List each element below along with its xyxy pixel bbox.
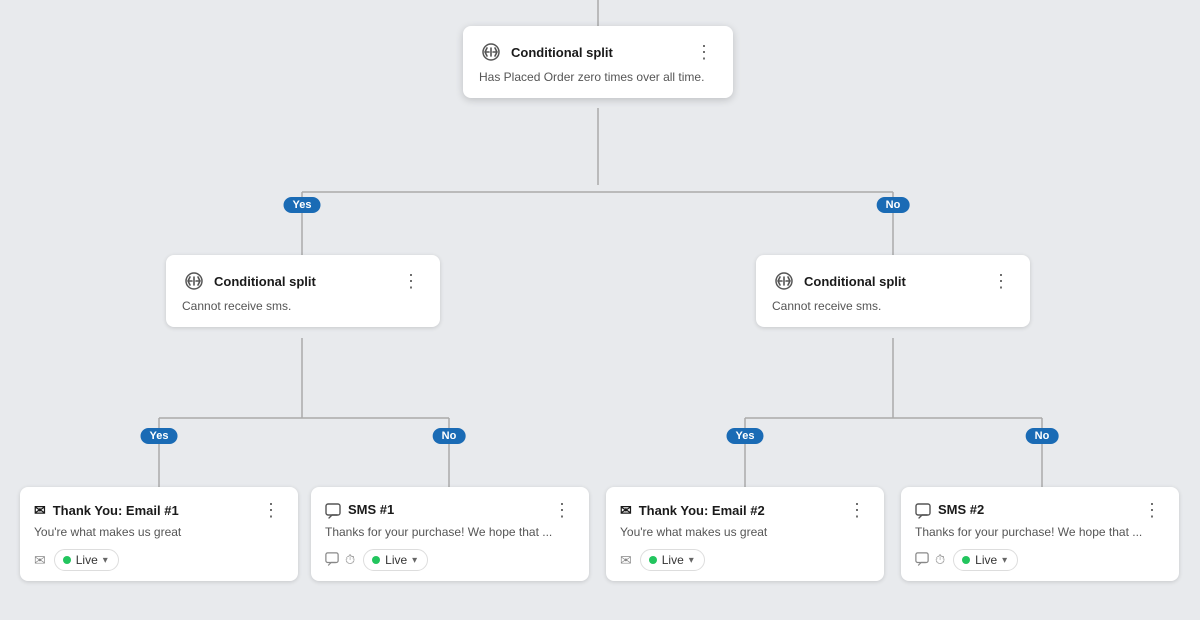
- sms1-footer-icons: ⏱: [325, 552, 355, 569]
- sms2-no-badge: No: [1026, 428, 1059, 444]
- email1-status: Live: [76, 553, 98, 567]
- sms1-icon: [325, 501, 341, 518]
- right-conditional-split-card: Conditional split ⋮ Cannot receive sms.: [756, 255, 1030, 327]
- sms1-live-dot: [372, 556, 380, 564]
- split-icon: [479, 40, 503, 64]
- sms1-msg-icon: [325, 552, 339, 569]
- sms2-clock-icon: ⏱: [935, 552, 945, 568]
- right-split-more-button[interactable]: ⋮: [988, 270, 1014, 292]
- email1-card: ✉ Thank You: Email #1 ⋮ You're what make…: [20, 487, 298, 581]
- email1-footer-icons: ✉: [34, 552, 46, 569]
- sms2-body: Thanks for your purchase! We hope that .…: [915, 525, 1165, 539]
- email2-card: ✉ Thank You: Email #2 ⋮ You're what make…: [606, 487, 884, 581]
- sms1-clock-icon: ⏱: [345, 552, 355, 568]
- email1-footer: ✉ Live ▾: [34, 549, 284, 571]
- email1-more-button[interactable]: ⋮: [258, 499, 284, 521]
- sms2-msg-icon: [915, 552, 929, 569]
- sms1-body: Thanks for your purchase! We hope that .…: [325, 525, 575, 539]
- email2-body: You're what makes us great: [620, 525, 870, 539]
- sms1-more-button[interactable]: ⋮: [549, 499, 575, 521]
- email1-live-button[interactable]: Live ▾: [54, 549, 119, 571]
- email1-send-icon: ✉: [34, 552, 46, 569]
- main-conditional-split-card: Conditional split ⋮ Has Placed Order zer…: [463, 26, 733, 98]
- sms1-footer: ⏱ Live ▾: [325, 549, 575, 571]
- right-no-badge: No: [877, 197, 910, 213]
- email2-footer: ✉ Live ▾: [620, 549, 870, 571]
- email2-title: Thank You: Email #2: [639, 503, 765, 518]
- right-split-title: Conditional split: [804, 274, 906, 289]
- sms2-live-dot: [962, 556, 970, 564]
- sms1-live-button[interactable]: Live ▾: [363, 549, 428, 571]
- sms2-live-button[interactable]: Live ▾: [953, 549, 1018, 571]
- sms2-status: Live: [975, 553, 997, 567]
- sms1-status: Live: [385, 553, 407, 567]
- sms2-card: SMS #2 ⋮ Thanks for your purchase! We ho…: [901, 487, 1179, 581]
- email2-status: Live: [662, 553, 684, 567]
- sms2-footer-icons: ⏱: [915, 552, 945, 569]
- right-split-icon: [772, 269, 796, 293]
- email2-more-button[interactable]: ⋮: [844, 499, 870, 521]
- email1-live-dot: [63, 556, 71, 564]
- main-split-subtitle: Has Placed Order zero times over all tim…: [479, 70, 717, 84]
- email1-chevron-icon: ▾: [103, 555, 108, 566]
- left-split-title: Conditional split: [214, 274, 316, 289]
- left-yes-badge: Yes: [284, 197, 321, 213]
- email1-title: Thank You: Email #1: [53, 503, 179, 518]
- email1-icon: ✉: [34, 502, 46, 519]
- email2-title-row: ✉ Thank You: Email #2: [620, 502, 765, 519]
- email1-yes-badge: Yes: [141, 428, 178, 444]
- sms2-footer: ⏱ Live ▾: [915, 549, 1165, 571]
- email2-yes-badge: Yes: [727, 428, 764, 444]
- sms1-card: SMS #1 ⋮ Thanks for your purchase! We ho…: [311, 487, 589, 581]
- sms2-chevron-icon: ▾: [1002, 555, 1007, 566]
- left-split-icon: [182, 269, 206, 293]
- right-split-subtitle: Cannot receive sms.: [772, 299, 1014, 313]
- sms1-no-badge: No: [433, 428, 466, 444]
- left-split-subtitle: Cannot receive sms.: [182, 299, 424, 313]
- sms1-title: SMS #1: [348, 502, 394, 517]
- left-split-more-button[interactable]: ⋮: [398, 270, 424, 292]
- email2-footer-icons: ✉: [620, 552, 632, 569]
- flow-canvas: Conditional split ⋮ Has Placed Order zer…: [0, 0, 1200, 620]
- email2-chevron-icon: ▾: [689, 555, 694, 566]
- sms1-chevron-icon: ▾: [412, 555, 417, 566]
- sms2-title: SMS #2: [938, 502, 984, 517]
- email2-icon: ✉: [620, 502, 632, 519]
- main-split-more-button[interactable]: ⋮: [691, 41, 717, 63]
- email1-title-row: ✉ Thank You: Email #1: [34, 502, 179, 519]
- sms2-icon: [915, 501, 931, 518]
- email2-send-icon: ✉: [620, 552, 632, 569]
- main-split-title: Conditional split: [511, 45, 613, 60]
- email2-live-button[interactable]: Live ▾: [640, 549, 705, 571]
- email1-body: You're what makes us great: [34, 525, 284, 539]
- sms2-more-button[interactable]: ⋮: [1139, 499, 1165, 521]
- sms1-title-row: SMS #1: [325, 501, 394, 518]
- email2-live-dot: [649, 556, 657, 564]
- left-conditional-split-card: Conditional split ⋮ Cannot receive sms.: [166, 255, 440, 327]
- sms2-title-row: SMS #2: [915, 501, 984, 518]
